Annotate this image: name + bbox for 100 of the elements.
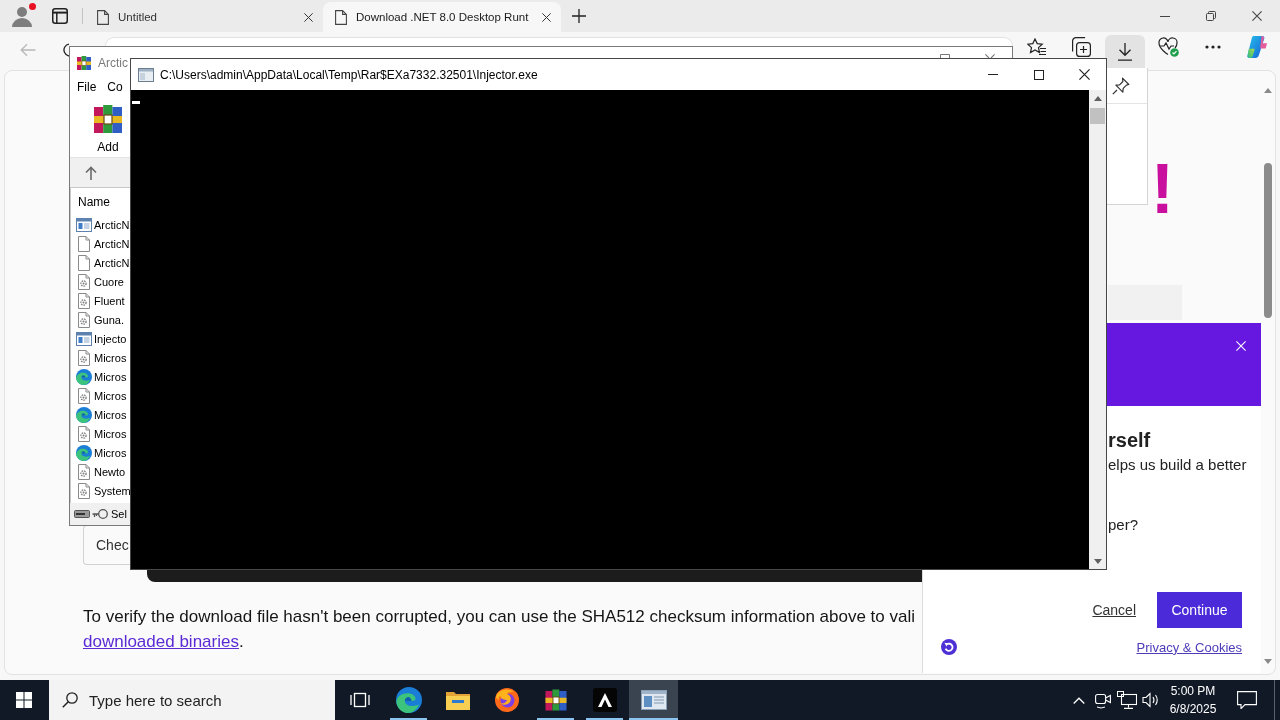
clock-time[interactable]: 5:00 PM [1170, 682, 1216, 700]
refresh-icon [62, 42, 69, 58]
folder-icon [445, 690, 470, 710]
file-list-item[interactable]: Fluent [71, 291, 125, 310]
scrollbar-thumb[interactable] [1090, 108, 1105, 124]
menu-item[interactable]: Co [107, 80, 123, 94]
search-field[interactable]: Type here to search [49, 680, 335, 720]
swirl-icon [395, 687, 422, 713]
restore-icon [1206, 11, 1216, 21]
download-icon [1117, 42, 1133, 61]
column-header[interactable]: Name [71, 188, 114, 215]
books-stack-icon [92, 103, 124, 135]
close-icon [1078, 69, 1090, 80]
file-list-item[interactable]: Micros [71, 405, 127, 424]
file-list-item[interactable]: ArcticN [71, 215, 130, 234]
maximize-icon [1034, 69, 1044, 80]
scroll-down-icon [1093, 559, 1102, 564]
swirl-logo-icon [1246, 36, 1268, 58]
gear-document-icon [78, 463, 90, 480]
swirl-icon [76, 368, 92, 385]
menu-item[interactable]: File [77, 80, 97, 94]
gear-document-icon [78, 482, 90, 499]
scroll-up-icon [1093, 96, 1102, 101]
gear-document-icon [78, 387, 90, 404]
browser-tab[interactable]: Untitled [85, 2, 323, 32]
collections-icon [1071, 37, 1091, 57]
windows-logo-icon [16, 692, 32, 708]
status-text: Sel [111, 508, 127, 520]
key-icon [92, 508, 108, 520]
close-icon [303, 12, 313, 22]
pin-icon [1112, 76, 1130, 95]
downloads-button[interactable] [1105, 35, 1145, 68]
file-list-item[interactable]: System [71, 481, 131, 500]
profile-button[interactable] [11, 5, 33, 27]
gear-document-icon [78, 425, 90, 442]
document-icon [78, 254, 90, 271]
more-icon [1205, 45, 1221, 49]
drive-icon [74, 510, 90, 518]
clock-date[interactable]: 6/8/2025 [1169, 700, 1217, 718]
browser-tab[interactable]: Download .NET 8.0 Desktop Runt [323, 2, 561, 32]
tab-actions-button[interactable] [50, 6, 70, 26]
minimize-icon [988, 74, 998, 75]
taskbar-app-button[interactable] [629, 680, 678, 720]
add-button[interactable]: Add [91, 96, 125, 154]
file-list-item[interactable]: ArcticN [71, 234, 130, 253]
gear-document-icon [78, 273, 90, 290]
gear-document-icon [78, 349, 90, 366]
survey-text: elps us build a better [1108, 455, 1247, 475]
task-view-icon [349, 692, 370, 708]
survey-text: per? [1108, 515, 1139, 535]
page-icon [335, 9, 347, 25]
file-list-item[interactable]: Micros [71, 367, 127, 386]
continue-button[interactable]: Continue [1157, 592, 1242, 628]
scrollbar[interactable] [1089, 90, 1106, 569]
chevron-tile-icon [592, 688, 617, 712]
plus-icon [572, 9, 586, 23]
file-list-item[interactable]: Micros [71, 348, 127, 367]
scrollbar-thumb[interactable] [1264, 163, 1272, 318]
page-heading: ! [1150, 154, 1174, 224]
heart-pulse-icon [1158, 37, 1180, 57]
window-title: C:\Users\admin\AppData\Local\Temp\Rar$EXa7332.32501\Injector.exe [160, 67, 538, 82]
file-list-item[interactable]: Cuore [71, 272, 124, 291]
swirl-icon [76, 444, 92, 461]
file-list-item[interactable]: Micros [71, 424, 127, 443]
speech-bubble-icon [1237, 691, 1257, 709]
person-silhouette-icon [11, 5, 33, 27]
console-window-icon [138, 67, 154, 82]
scroll-down-icon [1264, 659, 1272, 664]
maximize-icon [939, 54, 950, 58]
file-list-item[interactable]: ArcticN [71, 253, 130, 272]
paragraph-text: To verify the download file hasn't been corrupted, you can use the SHA512 checksum information above to vali downloaded binaries. [83, 606, 915, 653]
minimize-icon [1160, 15, 1170, 17]
books-stack-icon [76, 54, 92, 71]
file-list-item[interactable]: Injecto [71, 329, 127, 348]
file-list-item[interactable]: Newto [71, 462, 126, 481]
gear-document-icon [78, 311, 90, 328]
star-list-icon [1027, 38, 1047, 56]
file-list-item[interactable]: Micros [71, 443, 127, 462]
flame-globe-icon [494, 688, 519, 712]
chevron-up-icon [1073, 696, 1085, 704]
file-list-item[interactable]: Micros [71, 386, 127, 405]
cancel-link[interactable]: Cancel [1092, 602, 1136, 618]
link[interactable]: downloaded binaries [83, 632, 239, 651]
privacy-link[interactable]: Privacy & Cookies [1136, 639, 1242, 655]
document-icon [78, 235, 90, 252]
application-icon [76, 331, 92, 346]
window-title: Arctic [98, 55, 128, 70]
swirl-icon [76, 406, 92, 423]
camera-icon [1095, 691, 1111, 709]
search-icon [62, 692, 78, 708]
survey-heading: rself [1108, 428, 1151, 452]
file-list-item[interactable]: Guna. [71, 310, 124, 329]
close-icon [1236, 341, 1246, 351]
close-icon [1252, 11, 1262, 21]
gear-document-icon [78, 292, 90, 309]
up-arrow-icon [85, 165, 97, 180]
circular-arrow-logo-icon [941, 639, 957, 655]
page-icon [97, 9, 109, 25]
tab-actions-icon [52, 8, 68, 24]
close-icon [541, 12, 551, 22]
